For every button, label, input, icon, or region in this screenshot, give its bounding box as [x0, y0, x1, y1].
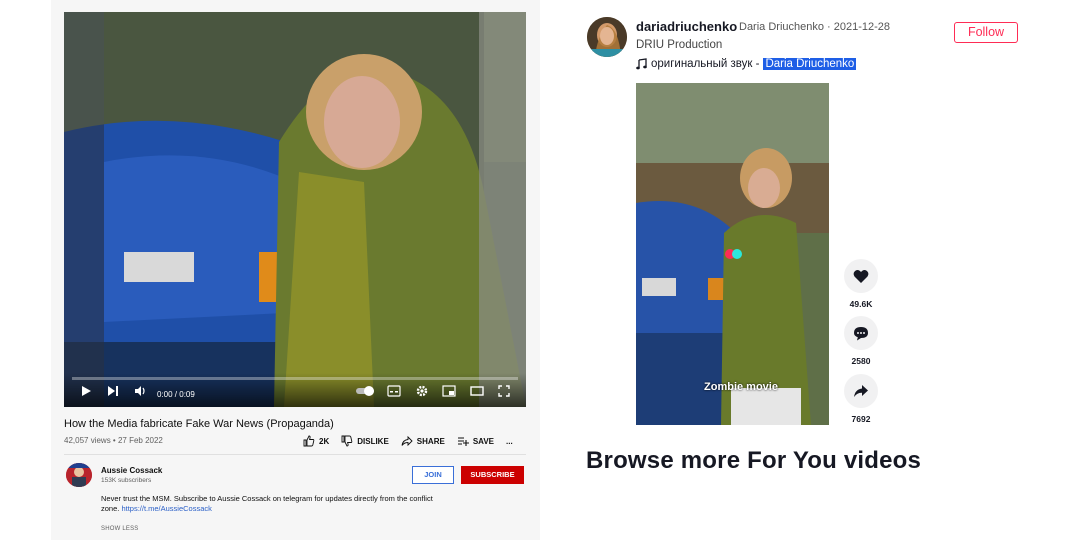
thumbs-up-icon [303, 435, 315, 447]
page: 0:00 / 0:09 How the Media fabricate Fake… [0, 0, 1080, 540]
autoplay-toggle-icon[interactable] [356, 385, 376, 397]
theater-mode-icon[interactable] [470, 385, 484, 397]
share-label: SHARE [416, 436, 445, 446]
playlist-add-icon [457, 437, 469, 446]
video-caption-overlay: Zombie movie [704, 381, 778, 393]
fullscreen-icon[interactable] [498, 385, 510, 397]
like-count: 2K [319, 436, 330, 446]
sound-prefix: оригинальный звук - [651, 58, 760, 70]
comment-count: 2580 [851, 356, 871, 366]
like-count: 49.6K [849, 299, 873, 309]
video-title: How the Media fabricate Fake War News (P… [64, 418, 334, 430]
video-meta: 42,057 views • 27 Feb 2022 [64, 436, 163, 445]
creator-avatar[interactable] [587, 17, 627, 57]
sound-artist[interactable]: Daria Driuchenko [763, 58, 857, 70]
video-actions: 2K DISLIKE SHARE SAVE ... [303, 434, 525, 448]
time-display: 0:00 / 0:09 [157, 390, 195, 399]
save-label: SAVE [472, 436, 495, 446]
progress-bar[interactable] [72, 377, 518, 380]
more-dots-icon: ... [506, 436, 513, 446]
like-button[interactable]: 2K [303, 434, 329, 448]
thumbs-down-icon [341, 435, 353, 447]
captions-icon[interactable] [387, 385, 401, 397]
music-note-icon [636, 58, 647, 70]
share-arrow-icon [401, 435, 413, 447]
subscriber-count: 153K subscribers [101, 477, 152, 484]
join-button[interactable]: JOIN [412, 466, 454, 484]
video-frame [636, 83, 829, 425]
tiktok-video[interactable]: Zombie movie [636, 83, 829, 425]
share-arrow-icon [854, 385, 868, 397]
creator-subtitle: DRIU Production [636, 39, 723, 51]
video-player[interactable]: 0:00 / 0:09 [64, 12, 526, 407]
dislike-button[interactable]: DISLIKE [341, 434, 389, 448]
dislike-label: DISLIKE [357, 436, 389, 446]
creator-nickname-date: Daria Driuchenko · 2021-12-28 [739, 21, 891, 33]
channel-name[interactable]: Aussie Cossack [101, 466, 162, 475]
subscribe-button[interactable]: SUBSCRIBE [461, 466, 524, 484]
avatar-image [587, 17, 627, 57]
share-button[interactable] [844, 374, 878, 408]
sound-link[interactable]: оригинальный звук - Daria Driuchenko [636, 58, 857, 70]
comment-action[interactable]: 2580 [843, 316, 879, 366]
volume-icon[interactable] [134, 385, 146, 397]
youtube-panel: 0:00 / 0:09 How the Media fabricate Fake… [51, 0, 540, 540]
video-frame [64, 12, 526, 407]
save-button[interactable]: SAVE [457, 434, 494, 448]
share-button[interactable]: SHARE [401, 434, 445, 448]
comment-bubble-icon [854, 326, 868, 340]
show-less-button[interactable]: SHOW LESS [101, 526, 138, 532]
channel-avatar[interactable] [66, 463, 92, 487]
play-icon[interactable] [80, 385, 92, 397]
follow-button[interactable]: Follow [954, 22, 1018, 43]
heart-icon [853, 269, 869, 283]
player-controls: 0:00 / 0:09 [64, 373, 526, 407]
video-description: Never trust the MSM. Subscribe to Aussie… [101, 494, 441, 514]
settings-gear-icon[interactable] [416, 385, 428, 397]
comment-button[interactable] [844, 316, 878, 350]
like-button[interactable] [844, 259, 878, 293]
divider [64, 454, 526, 455]
miniplayer-icon[interactable] [442, 385, 456, 397]
more-actions-button[interactable]: ... [506, 434, 513, 448]
telegram-link[interactable]: https://t.me/AussieCossack [121, 504, 211, 513]
like-action[interactable]: 49.6K [843, 259, 879, 309]
avatar-image [66, 463, 92, 487]
share-count: 7692 [851, 414, 871, 424]
next-icon[interactable] [107, 385, 119, 397]
browse-more-heading: Browse more For You videos [586, 447, 922, 474]
creator-username[interactable]: dariadriuchenko [636, 19, 737, 34]
share-action[interactable]: 7692 [843, 374, 879, 424]
